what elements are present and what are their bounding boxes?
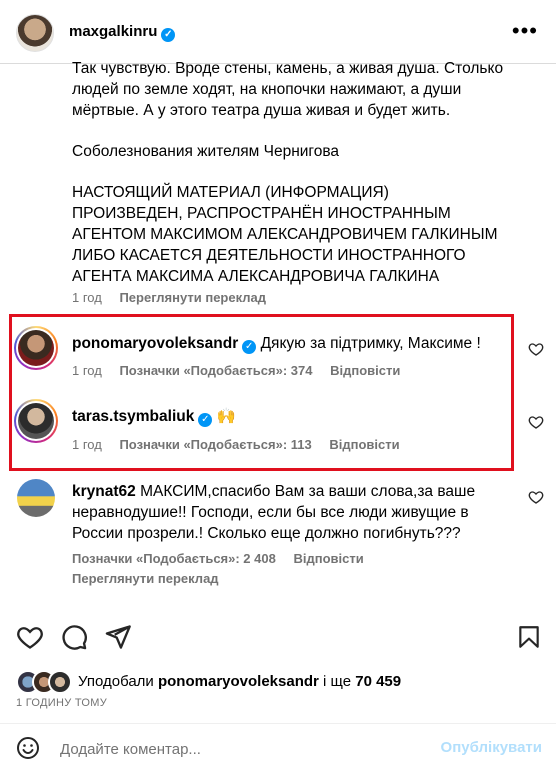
see-translation-link[interactable]: Переглянути переклад [119, 290, 266, 305]
more-options-icon[interactable]: ••• [512, 20, 538, 42]
verified-badge-icon: ✓ [198, 413, 213, 427]
divider [0, 723, 556, 724]
add-comment-bar: Опублікувати [0, 728, 556, 768]
caption-paragraph-2: Соболезнования жителям Чернигова [72, 143, 340, 160]
comment-username[interactable]: ponomaryovoleksandr [72, 335, 238, 352]
comment-meta: Позначки «Подобається»: 2 408 Відповісти [72, 551, 364, 566]
comment-meta: 1 год Позначки «Подобається»: 374 Відпов… [72, 363, 400, 378]
comment-item: krynat62 МАКСИМ,спасибо Вам за ваши слов… [72, 481, 512, 544]
save-bookmark-icon[interactable] [516, 623, 542, 651]
comment-translate: Переглянути переклад [72, 571, 219, 586]
reply-button[interactable]: Відповісти [329, 437, 399, 452]
author-username-text[interactable]: maxgalkinru [69, 23, 157, 40]
emoji-icon[interactable] [16, 736, 40, 760]
comment-meta: 1 год Позначки «Подобається»: 113 Відпов… [72, 437, 400, 452]
comment-text: 🙌 [216, 408, 236, 425]
post-timestamp[interactable]: 1 ГОДИНУ ТОМУ [16, 697, 107, 709]
caption-meta: 1 год Переглянути переклад [72, 290, 266, 305]
comment-like-heart-icon[interactable] [528, 414, 544, 430]
author-username[interactable]: maxgalkinru ✓ [69, 23, 176, 42]
liker-avatar[interactable] [48, 670, 72, 694]
post-header: maxgalkinru ✓ ••• [0, 0, 556, 64]
likes-middle: і ще [323, 673, 352, 690]
comment-like-heart-icon[interactable] [528, 489, 544, 505]
publish-button[interactable]: Опублікувати [441, 739, 542, 756]
comment-avatar[interactable] [14, 399, 58, 443]
share-send-icon[interactable] [104, 623, 132, 651]
likes-prefix: Уподобали [78, 673, 154, 690]
comment-input[interactable] [58, 737, 422, 761]
likes-summary: Уподобали ponomaryovoleksandr і ще 70 45… [16, 670, 536, 694]
post-action-bar [0, 618, 556, 658]
caption-paragraph-1: Так чувствую. Вроде стены, камень, а жив… [72, 60, 504, 119]
comment-username[interactable]: krynat62 [72, 483, 136, 500]
comment-like-heart-icon[interactable] [528, 341, 544, 357]
see-translation-link[interactable]: Переглянути переклад [72, 571, 219, 586]
comment-avatar[interactable] [17, 479, 55, 517]
comment-time[interactable]: 1 год [72, 363, 102, 378]
caption-time[interactable]: 1 год [72, 290, 102, 305]
comment-likes-count[interactable]: Позначки «Подобається»: 113 [119, 437, 311, 452]
likes-count[interactable]: 70 459 [355, 673, 401, 690]
verified-badge-icon: ✓ [242, 340, 257, 354]
likes-username[interactable]: ponomaryovoleksandr [158, 673, 319, 690]
comment-item: ponomaryovoleksandr ✓ Дякую за підтримку,… [72, 333, 481, 354]
comment-avatar[interactable] [14, 326, 58, 370]
reply-button[interactable]: Відповісти [330, 363, 400, 378]
comment-username[interactable]: taras.tsymbaliuk [72, 408, 194, 425]
comment-time[interactable]: 1 год [72, 437, 102, 452]
comment-item: taras.tsymbaliuk ✓ 🙌 [72, 406, 236, 427]
likes-text: Уподобали ponomaryovoleksandr і ще 70 45… [78, 673, 401, 690]
comment-likes-count[interactable]: Позначки «Подобається»: 374 [119, 363, 312, 378]
caption-paragraph-3: НАСТОЯЩИЙ МАТЕРИАЛ (ИНФОРМАЦИЯ) ПРОИЗВЕД… [72, 184, 498, 285]
verified-badge-icon: ✓ [161, 28, 176, 42]
comment-text: Дякую за підтримку, Максиме ! [260, 335, 481, 352]
reply-button[interactable]: Відповісти [293, 551, 363, 566]
author-avatar[interactable] [16, 14, 54, 52]
comment-likes-count[interactable]: Позначки «Подобається»: 2 408 [72, 551, 276, 566]
comment-bubble-icon[interactable] [60, 623, 88, 651]
like-heart-icon[interactable] [16, 623, 44, 651]
